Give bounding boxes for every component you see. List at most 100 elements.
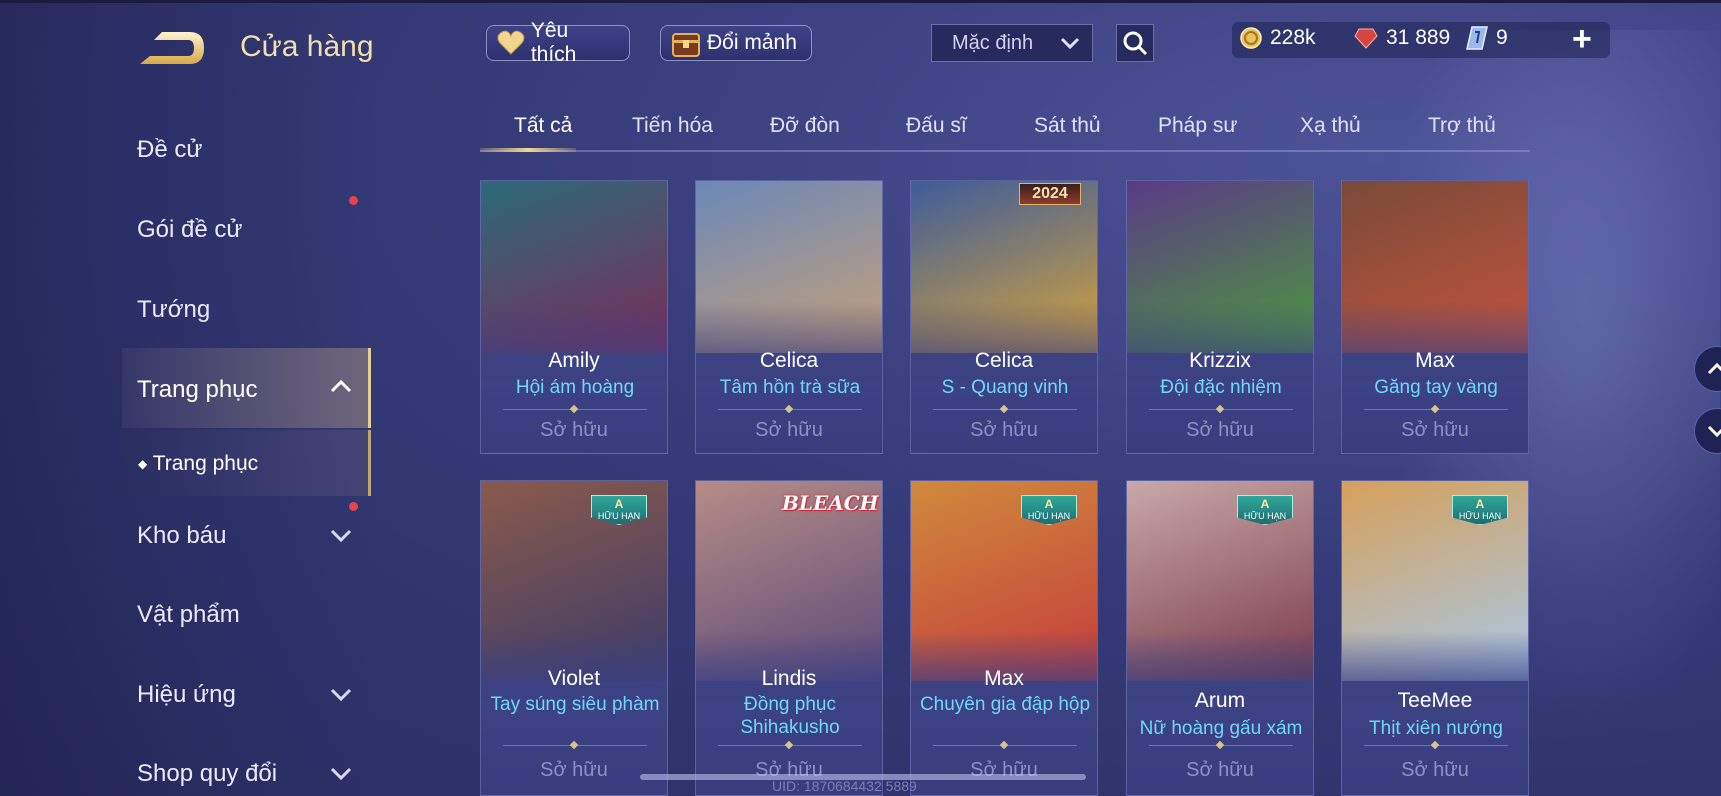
sidebar-subitem-skins[interactable]: ◆ Trang phục bbox=[138, 452, 258, 476]
skin-name: Nữ hoàng gấu xám bbox=[1139, 718, 1303, 739]
skin-card[interactable]: A HỮU HẠN Violet Tay súng siêu phàm Sở hữ… bbox=[480, 480, 668, 796]
hero-name: TeeMee bbox=[1397, 689, 1473, 712]
hero-name: Amily bbox=[548, 349, 600, 372]
tab-assassin[interactable]: Sát thủ bbox=[1034, 114, 1101, 138]
scroll-down-button[interactable] bbox=[1694, 408, 1721, 454]
hero-name: Celica bbox=[974, 349, 1034, 372]
divider-diamond bbox=[569, 404, 579, 414]
tab-tank[interactable]: Đỡ đòn bbox=[770, 114, 840, 138]
divider-diamond bbox=[784, 740, 794, 750]
sidebar-item-skins[interactable]: Trang phục bbox=[137, 376, 258, 404]
voucher-amount: 9 bbox=[1496, 26, 1508, 49]
divider-diamond bbox=[1215, 404, 1225, 414]
diamond-bullet-icon: ◆ bbox=[138, 457, 148, 471]
treasure-chest-icon bbox=[672, 33, 700, 57]
ruby-currency: 31 889 bbox=[1354, 26, 1450, 50]
owned-status: Sở hữu bbox=[540, 759, 608, 781]
badge-text: HỮU HẠN bbox=[1027, 511, 1071, 521]
owned-status: Sở hữu bbox=[1186, 419, 1254, 441]
skin-name: Tâm hồn trà sữa bbox=[719, 377, 861, 398]
skin-name: Đồng phục Shihakusho bbox=[740, 694, 840, 738]
skin-name: Thịt xiên nướng bbox=[1369, 718, 1503, 739]
plus-icon[interactable]: + bbox=[1572, 20, 1592, 59]
exchange-label: Đổi mảnh bbox=[707, 31, 797, 54]
gold-coin-icon bbox=[1240, 27, 1262, 49]
sidebar-item-heroes[interactable]: Tướng bbox=[137, 296, 210, 324]
divider-diamond bbox=[999, 740, 1009, 750]
chevron-down-icon bbox=[330, 688, 352, 702]
sidebar-subitem-label: Trang phục bbox=[152, 452, 259, 475]
skin-card[interactable]: Krizzix Đội đặc nhiệm Sở hữu bbox=[1126, 180, 1314, 454]
tab-support[interactable]: Trợ thủ bbox=[1428, 114, 1496, 138]
exchange-button[interactable]: Đổi mảnh bbox=[660, 25, 812, 61]
skin-name: Găng tay vàng bbox=[1374, 377, 1498, 398]
back-button[interactable] bbox=[136, 28, 208, 68]
search-button[interactable] bbox=[1116, 24, 1154, 62]
badge-text: HỮU HẠN bbox=[597, 511, 641, 521]
gold-currency: 228k bbox=[1240, 26, 1316, 50]
notification-dot bbox=[349, 502, 358, 511]
skin-card[interactable]: Celica Tâm hồn trà sữa Sở hữu bbox=[695, 180, 883, 454]
sidebar-item-treasure[interactable]: Kho báu bbox=[137, 522, 226, 550]
divider-diamond bbox=[1215, 740, 1225, 750]
tab-evolution[interactable]: Tiến hóa bbox=[632, 114, 713, 138]
search-icon bbox=[1123, 31, 1148, 56]
notification-dot bbox=[349, 196, 358, 205]
skin-card[interactable]: A HỮU HẠN TeeMee Thịt xiên nướng Sở hữu bbox=[1341, 480, 1529, 796]
skin-card[interactable]: Amily Hội ám hoàng Sở hữu bbox=[480, 180, 668, 454]
chevron-down-icon bbox=[1060, 37, 1080, 50]
favorite-button[interactable]: Yêu thích bbox=[486, 19, 630, 66]
ruby-gem-icon bbox=[1354, 28, 1378, 49]
skin-card[interactable]: A HỮU HẠN Max Chuyên gia đập hộp Sở hữu bbox=[910, 480, 1098, 796]
sidebar-item-effects[interactable]: Hiệu ứng bbox=[137, 681, 236, 709]
chevron-down-icon bbox=[330, 529, 352, 543]
sidebar-item-recommended[interactable]: Đề cử bbox=[137, 136, 202, 164]
badge-rank: A bbox=[1475, 497, 1485, 511]
heart-icon bbox=[497, 30, 525, 55]
skin-card[interactable]: A HỮU HẠN Arum Nữ hoàng gấu xám Sở hữu bbox=[1126, 480, 1314, 796]
skin-name: Đội đặc nhiệm bbox=[1160, 377, 1282, 398]
chevron-down-icon bbox=[330, 767, 352, 781]
tab-mage[interactable]: Pháp sư bbox=[1158, 114, 1237, 138]
owned-status: Sở hữu bbox=[540, 419, 608, 441]
hero-name: Krizzix bbox=[1189, 349, 1251, 372]
skin-name: Chuyên gia đập hộp bbox=[919, 694, 1091, 715]
skin-card[interactable]: Max Găng tay vàng Sở hữu bbox=[1341, 180, 1529, 454]
sidebar-item-items[interactable]: Vật phẩm bbox=[137, 601, 240, 629]
sidebar-item-bundles[interactable]: Gói đề cử bbox=[137, 216, 242, 244]
hero-name: Max bbox=[984, 667, 1024, 690]
hero-name: Violet bbox=[547, 667, 601, 690]
scroll-up-button[interactable] bbox=[1694, 346, 1721, 392]
active-tab-indicator bbox=[480, 148, 576, 152]
chevron-up-icon bbox=[330, 379, 352, 393]
divider-diamond bbox=[1430, 404, 1440, 414]
hero-name: Celica bbox=[759, 349, 819, 372]
owned-status: Sở hữu bbox=[970, 419, 1038, 441]
tab-marksman[interactable]: Xạ thủ bbox=[1300, 114, 1361, 138]
skin-name: Hội ám hoàng bbox=[515, 377, 635, 398]
gold-amount: 228k bbox=[1270, 26, 1316, 49]
tab-fighter[interactable]: Đấu sĩ bbox=[906, 114, 967, 138]
badge-rank: A bbox=[1044, 497, 1054, 511]
owned-status: Sở hữu bbox=[1186, 759, 1254, 781]
badge-rank: A bbox=[614, 497, 624, 511]
hero-name: Lindis bbox=[761, 667, 817, 690]
owned-status: Sở hữu bbox=[1401, 759, 1469, 781]
tab-all[interactable]: Tất cả bbox=[514, 114, 572, 138]
year-tag: 2024 bbox=[1019, 183, 1081, 205]
badge-text: HỮU HẠN bbox=[1243, 511, 1287, 521]
sort-dropdown[interactable]: Mặc định bbox=[931, 24, 1093, 62]
tabs-divider bbox=[480, 150, 1530, 152]
chevron-down-icon bbox=[1707, 425, 1721, 438]
skin-card[interactable]: 2024 Celica S - Quang vinh Sở hữu bbox=[910, 180, 1098, 454]
voucher-currency: 9 bbox=[1466, 26, 1508, 50]
back-arrow-icon bbox=[140, 32, 204, 64]
owned-status: Sở hữu bbox=[1401, 419, 1469, 441]
hero-name: Arum bbox=[1194, 689, 1246, 712]
divider-diamond bbox=[999, 404, 1009, 414]
skin-name: S - Quang vinh bbox=[941, 377, 1069, 398]
sidebar-item-exchange-shop[interactable]: Shop quy đổi bbox=[137, 760, 277, 788]
skin-card[interactable]: BLEACH Lindis Đồng phục Shihakusho Sở hữ… bbox=[695, 480, 883, 796]
chevron-up-icon bbox=[1707, 362, 1721, 375]
badge-rank: A bbox=[1260, 497, 1270, 511]
